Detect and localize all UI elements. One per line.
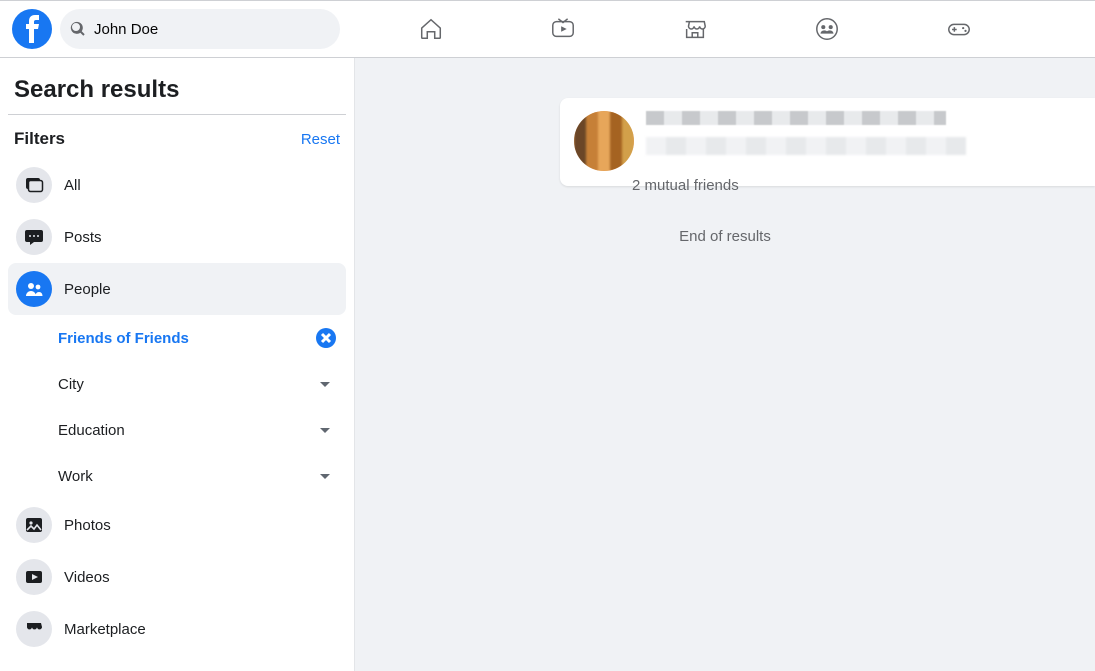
filter-videos[interactable]: Videos: [8, 551, 346, 603]
nav-home[interactable]: [376, 2, 486, 56]
search-query-label: John Doe: [94, 21, 158, 38]
result-avatar[interactable]: [574, 111, 634, 171]
chevron-down-icon: [317, 422, 333, 438]
watch-icon: [550, 16, 576, 42]
filter-photos[interactable]: Photos: [8, 499, 346, 551]
search-input[interactable]: John Doe: [60, 9, 340, 49]
all-icon: [16, 167, 52, 203]
nav-groups[interactable]: [772, 2, 882, 56]
mutual-friends-text: 2 mutual friends: [560, 177, 1095, 194]
gaming-icon: [946, 16, 972, 42]
nav-marketplace[interactable]: [640, 2, 750, 56]
sidebar: Search results Filters Reset All Posts P…: [0, 58, 355, 671]
subfilter-city-label: City: [58, 376, 84, 393]
photos-icon: [16, 507, 52, 543]
subfilter-city[interactable]: City: [8, 361, 346, 407]
result-text-block: [646, 111, 966, 171]
filter-people[interactable]: People: [8, 263, 346, 315]
filter-all[interactable]: All: [8, 159, 346, 211]
subfilter-work[interactable]: Work: [8, 453, 346, 499]
main-area: Search results Filters Reset All Posts P…: [0, 58, 1095, 671]
groups-icon: [814, 16, 840, 42]
filter-photos-label: Photos: [64, 517, 111, 534]
divider: [8, 114, 346, 115]
end-of-results: End of results: [355, 228, 1095, 245]
filter-marketplace[interactable]: Marketplace: [8, 603, 346, 655]
result-meta-blurred: [646, 137, 966, 155]
work-expand-button[interactable]: [314, 465, 336, 487]
filter-people-label: People: [64, 281, 111, 298]
nav-gaming[interactable]: [904, 2, 1014, 56]
people-icon: [16, 271, 52, 307]
nav-center: [355, 1, 1035, 57]
filters-label: Filters: [14, 129, 65, 149]
home-icon: [418, 16, 444, 42]
marketplace-icon: [16, 611, 52, 647]
posts-icon: [16, 219, 52, 255]
videos-icon: [16, 559, 52, 595]
reset-button[interactable]: Reset: [301, 131, 340, 148]
search-icon: [70, 21, 86, 37]
filter-marketplace-label: Marketplace: [64, 621, 146, 638]
result-card[interactable]: 2 mutual friends: [560, 98, 1095, 186]
city-expand-button[interactable]: [314, 373, 336, 395]
subfilter-education-label: Education: [58, 422, 125, 439]
filter-posts[interactable]: Posts: [8, 211, 346, 263]
education-expand-button[interactable]: [314, 419, 336, 441]
filter-videos-label: Videos: [64, 569, 110, 586]
sidebar-title: Search results: [8, 72, 346, 114]
subfilter-fof-label: Friends of Friends: [58, 330, 189, 347]
nav-watch[interactable]: [508, 2, 618, 56]
result-name-blurred: [646, 111, 946, 125]
marketplace-icon: [682, 16, 708, 42]
app-header: John Doe: [0, 0, 1095, 58]
remove-subfilter-button[interactable]: [316, 328, 336, 348]
filter-posts-label: Posts: [64, 229, 102, 246]
subfilter-work-label: Work: [58, 468, 93, 485]
content-area: 2 mutual friends End of results: [355, 58, 1095, 671]
subfilter-friends-of-friends[interactable]: Friends of Friends: [8, 315, 346, 361]
facebook-logo[interactable]: [12, 9, 52, 49]
filters-row: Filters Reset: [8, 123, 346, 159]
close-icon: [320, 332, 332, 344]
chevron-down-icon: [317, 376, 333, 392]
filter-all-label: All: [64, 177, 81, 194]
subfilter-education[interactable]: Education: [8, 407, 346, 453]
chevron-down-icon: [317, 468, 333, 484]
